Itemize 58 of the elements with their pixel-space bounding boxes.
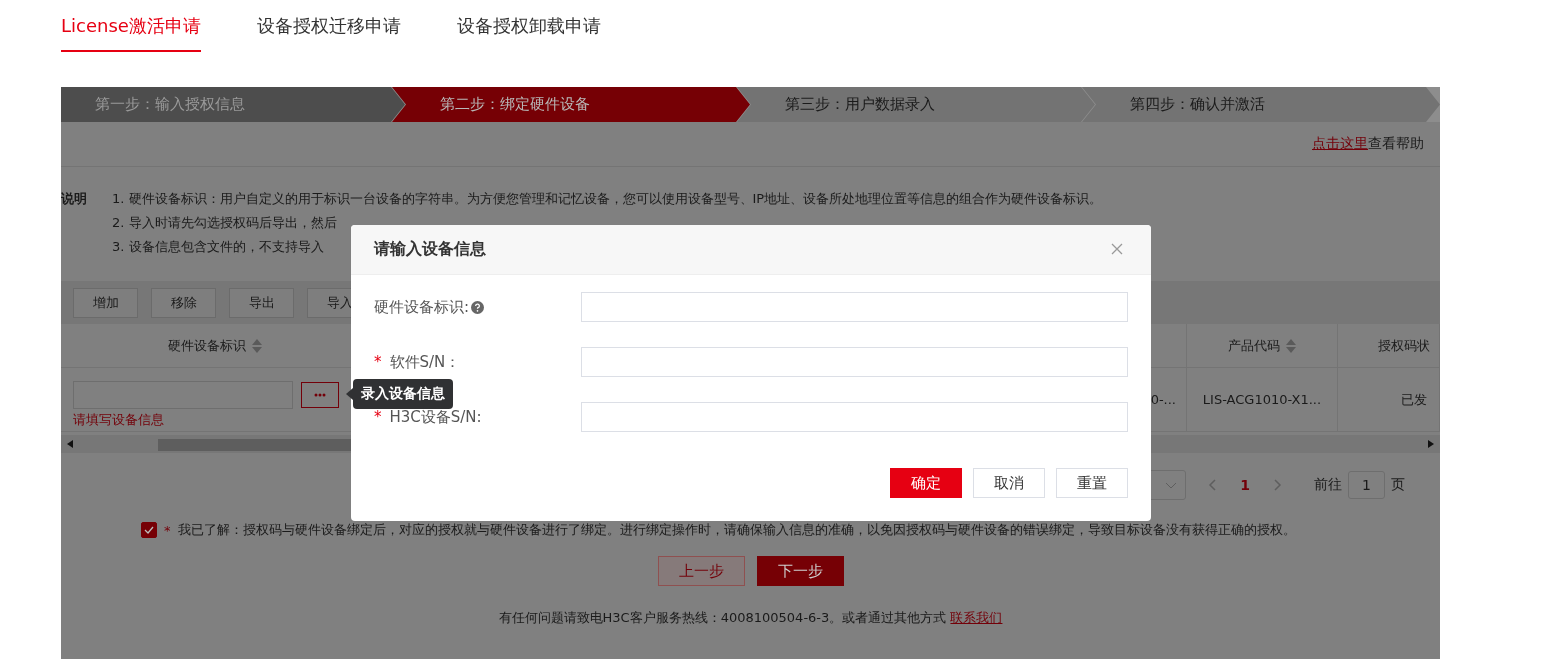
step: 第三步：用户数据录入 xyxy=(737,87,1095,122)
previous-page-icon[interactable] xyxy=(1208,479,1217,491)
help-text: 点击这里查看帮助 xyxy=(1312,135,1424,153)
required-mark: * xyxy=(374,353,382,371)
sort-icon[interactable] xyxy=(1286,338,1296,353)
page-number[interactable]: 1 xyxy=(1240,477,1250,493)
step: 第四步：确认并激活 xyxy=(1082,87,1440,122)
dialog-button[interactable]: 取消 xyxy=(973,468,1045,498)
error-text: 请填写设备信息 xyxy=(73,410,165,429)
field-label: 软件S/N： xyxy=(389,352,461,372)
table-cell: LIS-ACG1010-X1... xyxy=(1187,368,1338,431)
toolbar-button[interactable]: 移除 xyxy=(151,287,216,318)
scroll-right-icon[interactable] xyxy=(1428,440,1434,448)
help-link[interactable]: 点击这里 xyxy=(1312,135,1368,151)
dots-icon xyxy=(314,392,326,397)
agreement-text: 我已了解：授权码与硬件设备绑定后，对应的授权就与硬件设备进行了绑定。进行绑定操作时，请确保输入信息的准确，以免因授权码与硬件设备的错误绑定，导致目标设备没有获得正确的授权。 xyxy=(177,521,1296,539)
required-mark: * xyxy=(164,522,171,538)
goto-page-field[interactable]: 1 xyxy=(1348,471,1385,499)
nav-tab[interactable]: License激活申请 xyxy=(61,0,201,52)
column-header: 硬件设备标识 xyxy=(168,336,246,355)
input-field[interactable] xyxy=(581,347,1128,377)
contact-link[interactable]: 联系我们 xyxy=(950,610,1003,625)
sort-icon[interactable] xyxy=(252,338,262,353)
toolbar-button[interactable]: 增加 xyxy=(73,287,138,318)
step: 第一步：输入授权信息 xyxy=(61,87,405,122)
field-label: H3C设备S/N: xyxy=(389,407,482,427)
dialog-button[interactable]: 确定 xyxy=(890,468,962,498)
chevron-down-icon xyxy=(1165,481,1178,489)
field-label: 硬件设备标识: xyxy=(374,297,470,317)
dialog-title: 请输入设备信息 xyxy=(374,239,486,260)
close-button[interactable] xyxy=(1111,242,1125,257)
next-page-icon[interactable] xyxy=(1274,479,1282,491)
step: 第二步：绑定硬件设备 xyxy=(392,87,750,122)
check-icon xyxy=(144,526,154,534)
next-step-button[interactable]: 下一步 xyxy=(756,556,844,586)
goto-label: 前往 xyxy=(1314,476,1342,494)
tooltip: 录入设备信息 xyxy=(353,379,453,409)
required-mark: * xyxy=(374,408,382,426)
table-cell: 已发 xyxy=(1338,368,1440,431)
note-line: 2. 导入时请先勾选授权码后导出，然后 xyxy=(112,214,337,232)
nav-tab[interactable]: 设备授权迁移申请 xyxy=(256,0,401,52)
nav-tab[interactable]: 设备授权卸载申请 xyxy=(456,0,601,52)
tooltip-arrow xyxy=(346,388,353,400)
previous-step-button[interactable]: 上一步 xyxy=(657,556,745,586)
help-icon[interactable] xyxy=(471,300,485,314)
column-header: 产品代码 xyxy=(1228,336,1280,355)
input-field[interactable] xyxy=(581,402,1128,432)
toolbar-button[interactable]: 导出 xyxy=(229,287,294,318)
scroll-left-icon[interactable] xyxy=(67,440,73,448)
support-text: 有任何问题请致电H3C客户服务热线：4008100504-6-3。或者通过其他方式 联系我们 xyxy=(498,609,1003,627)
note-line: 3. 设备信息包含文件的，不支持导入 xyxy=(112,238,324,256)
more-button[interactable] xyxy=(301,381,339,408)
notes-title: 说明 xyxy=(61,190,88,208)
page-suffix: 页 xyxy=(1391,476,1405,494)
agree-checkbox[interactable] xyxy=(141,522,157,538)
input-field[interactable] xyxy=(581,292,1128,322)
column-header: 授权码状 xyxy=(1378,336,1430,355)
dialog-button[interactable]: 重置 xyxy=(1056,468,1128,498)
